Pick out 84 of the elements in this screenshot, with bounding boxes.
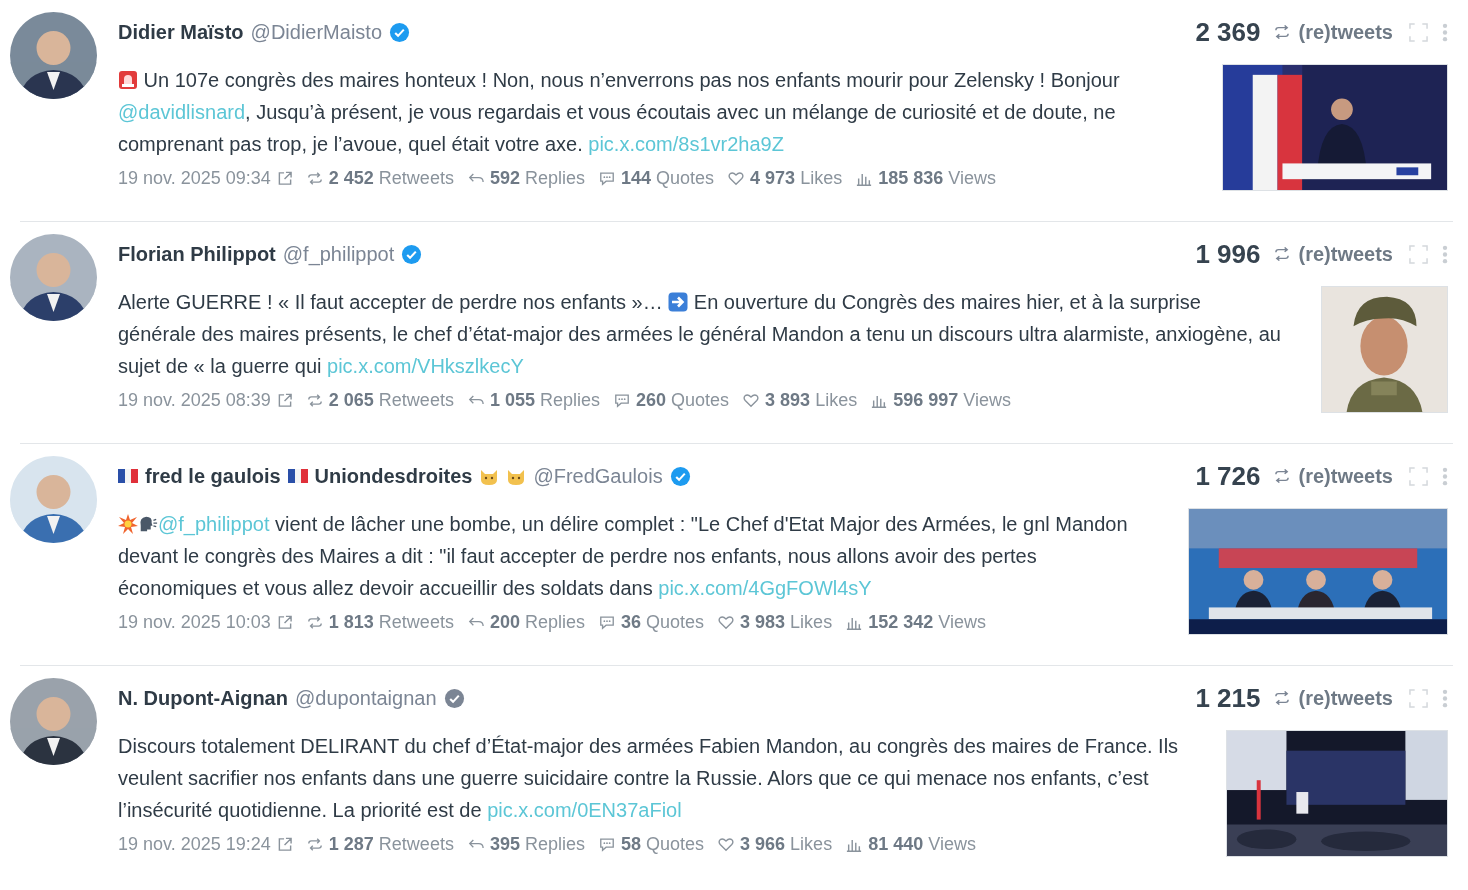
- more-options-icon[interactable]: [1442, 466, 1448, 486]
- tweet-text: Discours totalement DELIRANT du chef d’État-major des armées Fabien Mandon, au congrès des maires de France. Ils veulent sacrifier nos enfants dans une guerre suicidaire contre la Russie. Alors que ce qui menace nos enfants, c’est l’insécurité quotidienne. La priorité est de pic.x.com/0EN37aFiol: [118, 734, 1180, 823]
- tweet-date[interactable]: 19 nov. 2025 09:34: [118, 168, 271, 189]
- tweet-date[interactable]: 19 nov. 2025 19:24: [118, 834, 271, 855]
- stat-count: 395 Replies: [489, 834, 585, 855]
- count-label: (re)tweets: [1298, 464, 1393, 488]
- user-handle[interactable]: @FredGaulois: [533, 464, 663, 488]
- retweet-count: 1 726: [1195, 460, 1261, 492]
- tweet-text: @f_philippot vient de lâcher une bombe, un délire complet : "Le Chef d'Etat Major des Armées, le gnl Mandon devant le congrès des Maires a dit : "il faut accepter de perdre nos enfants, nous allons avoir des pertes économiques et vous allez devoir accueillir des soldats dans pic.x.com/4GgFOWl4sY: [118, 512, 1129, 601]
- user-handle[interactable]: @f_philippot: [282, 242, 395, 266]
- retweet-count: 2 369: [1195, 16, 1261, 48]
- flag-icon: [118, 466, 138, 486]
- retweet-count: 1 996: [1195, 238, 1261, 270]
- speech-bubble-icon: [599, 615, 615, 630]
- stat-count: 1 287 Retweets: [328, 834, 454, 855]
- bar-chart-icon: [846, 837, 863, 852]
- stat-count: 185 836 Views: [878, 168, 996, 189]
- stat-count: 592 Replies: [489, 168, 585, 189]
- user-handle[interactable]: @dupontaignan: [294, 686, 437, 710]
- bar-chart-icon: [846, 615, 863, 630]
- heart-icon: [718, 837, 735, 852]
- retweet-icon: [1272, 691, 1291, 705]
- more-options-icon[interactable]: [1442, 688, 1448, 708]
- retweet-icon: [306, 615, 323, 630]
- external-link-icon[interactable]: [276, 615, 293, 630]
- speech-bubble-icon: [614, 393, 630, 408]
- retweet-icon: [306, 171, 323, 186]
- display-name[interactable]: Florian Philippot: [118, 242, 276, 266]
- stat-count: 58 Quotes: [621, 834, 705, 855]
- stat-count: 260 Quotes: [636, 390, 730, 411]
- stat-count: 36 Quotes: [621, 612, 705, 633]
- heart-icon: [728, 171, 745, 186]
- stat-count: 596 997 Views: [893, 390, 1011, 411]
- tweet-date[interactable]: 19 nov. 2025 08:39: [118, 390, 271, 411]
- link[interactable]: @f_philippot: [158, 513, 270, 535]
- link[interactable]: pic.x.com/4GgFOWl4sY: [658, 577, 872, 599]
- retweet-icon: [1272, 469, 1291, 483]
- stat-count: 1 055 Replies: [489, 390, 600, 411]
- stat-count: 2 452 Retweets: [328, 168, 454, 189]
- stat-count: 2 065 Retweets: [328, 390, 454, 411]
- speaking-head-icon: [138, 514, 158, 534]
- count-label: (re)tweets: [1298, 686, 1393, 710]
- link[interactable]: @davidlisnard: [118, 101, 246, 123]
- retweet-count: 1 215: [1195, 682, 1261, 714]
- display-name[interactable]: Didier Maïsto: [118, 20, 244, 44]
- heart-icon: [743, 393, 760, 408]
- stat-count: 3 983 Likes: [740, 612, 833, 633]
- external-link-icon[interactable]: [276, 837, 293, 852]
- retweet-icon: [1272, 247, 1291, 261]
- retweet-icon: [1272, 25, 1291, 39]
- count-label: (re)tweets: [1298, 20, 1393, 44]
- count-label: (re)tweets: [1298, 242, 1393, 266]
- retweet-icon: [306, 837, 323, 852]
- more-options-icon[interactable]: [1442, 22, 1448, 42]
- stat-count: 3 966 Likes: [740, 834, 833, 855]
- tweet-date[interactable]: 19 nov. 2025 10:03: [118, 612, 271, 633]
- display-name[interactable]: N. Dupont-Aignan: [118, 686, 288, 710]
- flag-icon: [287, 466, 308, 486]
- user-handle[interactable]: @DidierMaisto: [250, 20, 383, 44]
- stat-count: 4 973 Likes: [750, 168, 843, 189]
- stat-count: 81 440 Views: [868, 834, 976, 855]
- display-name[interactable]: Uniondesdroites: [314, 464, 473, 488]
- stat-count: 3 893 Likes: [765, 390, 858, 411]
- retweet-icon: [306, 393, 323, 408]
- more-options-icon[interactable]: [1442, 244, 1448, 264]
- link[interactable]: pic.x.com/8s1vr2ha9Z: [588, 133, 784, 155]
- bar-chart-icon: [856, 171, 873, 186]
- link[interactable]: pic.x.com/0EN37aFiol: [487, 799, 682, 821]
- stat-count: 1 813 Retweets: [328, 612, 454, 633]
- stat-count: 144 Quotes: [621, 168, 715, 189]
- stat-count: 200 Replies: [489, 612, 585, 633]
- display-name[interactable]: fred le gaulois: [145, 464, 281, 488]
- bar-chart-icon: [871, 393, 888, 408]
- tweet-text: Alerte GUERRE ! « Il faut accepter de perdre nos enfants »… En ouverture du Congrès des maires hier, et à la surprise générale des maires présents, le chef d’état-major des armées le général Mandon a tenu un discours ultra alarmiste, anxiogène, au sujet de « la guerre qui pic.x.com/VHkszlkecY: [118, 290, 1281, 379]
- link[interactable]: pic.x.com/VHkszlkecY: [327, 355, 524, 377]
- tweet-text: Un 107e congrès des maires honteux ! Non, nous n’enverrons pas nos enfants mourir pour Zelensky ! Bonjour @davidlisnard, Jusqu’à présent, je vous regardais et vous écoutais avec un mélange de curiosité et de doute, ne comprenant pas trop, je l’avoue, quel était votre axe. pic.x.com/8s1vr2ha9Z: [118, 68, 1121, 157]
- external-link-icon[interactable]: [276, 393, 293, 408]
- explosion-icon: [118, 514, 138, 534]
- speech-bubble-icon: [599, 171, 615, 186]
- speech-bubble-icon: [599, 837, 615, 852]
- siren-icon: [118, 70, 138, 90]
- external-link-icon[interactable]: [276, 171, 293, 186]
- stat-count: 152 342 Views: [868, 612, 986, 633]
- heart-icon: [718, 615, 735, 630]
